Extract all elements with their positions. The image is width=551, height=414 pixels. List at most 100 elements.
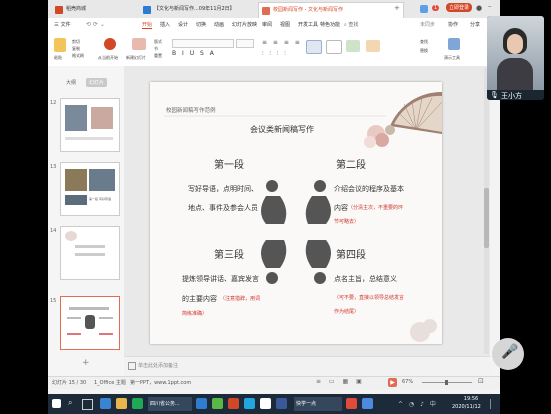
app-icon[interactable] [276,398,287,409]
notes-bar: 单击此处添加备注 [124,356,490,377]
view-mode-icons[interactable]: ≡ ▭ ▦ ▣ [316,378,365,385]
clock-date: 2020/11/12 [452,404,481,410]
text-line [67,333,81,335]
section-heading-2: 第二段 [336,160,366,171]
tab-daoke-mall[interactable]: 稻壳商城 [52,2,126,17]
paragraph-buttons[interactable]: ≡ ≡ ≡ ≡ [262,39,302,46]
play-from-current-icon[interactable] [104,38,116,50]
collaborate-button[interactable]: 协作 [448,21,458,28]
slide-thumbnail-15-selected[interactable] [60,296,120,350]
photo-thumbnail [65,169,87,191]
menu-home[interactable]: 开始 [142,21,153,29]
windows-start-icon[interactable] [52,399,61,408]
app-icon[interactable] [132,398,143,409]
app-icon[interactable] [362,398,373,409]
font-style-buttons[interactable]: B I U S A [172,50,216,57]
align-buttons[interactable]: ⫶ ⫶ ⫶ ⫶ [262,50,288,58]
tab-presentation[interactable]: 校园新闻写作 - 文化与新闻写作 [258,2,404,18]
section-4-note-2: 作为结尾） [334,309,360,315]
play-slideshow-button[interactable]: ▶ [388,378,397,387]
shapes-icon[interactable] [326,40,342,54]
task-view-icon[interactable] [82,399,93,410]
format-painter-button[interactable]: 格式刷 [72,53,84,59]
menu-transition[interactable]: 切换 [196,21,206,28]
cut-button[interactable]: 剪切 [72,39,80,45]
zoom-slider[interactable] [422,380,472,385]
menu-file[interactable]: 三 文件 [54,21,71,28]
wechat-icon[interactable] [212,398,223,409]
taskbar-item-window[interactable]: 四川省公务... [148,397,192,411]
participant-name: 王小方 [501,92,522,100]
search-icon: ⌕ [344,22,347,28]
menu-animation[interactable]: 动画 [214,21,224,28]
fit-window-icon[interactable]: ⊡ [478,377,484,385]
paste-label: 粘贴 [54,55,62,60]
menu-features[interactable]: 特色功能 [320,21,340,28]
slide-thumbnail-14[interactable] [60,226,120,280]
app-icon[interactable] [346,398,357,409]
section-button[interactable]: 节 [154,46,158,52]
textbox-icon[interactable] [306,40,322,54]
tab-slides[interactable]: 幻灯片 [86,78,108,87]
arrange-icon[interactable] [346,40,360,52]
notes-placeholder[interactable]: 单击此处添加备注 [138,362,178,369]
search-icon[interactable]: ⌕ [68,398,72,408]
left-letterbox [0,0,48,396]
slide-canvas[interactable]: 校园新闻稿写作范例 会议类新闻稿写作 第一段 写好导语，点明时间、 地点、事件及… [150,82,442,344]
participant-body [497,58,533,90]
menu-slideshow[interactable]: 幻灯片放映 [232,21,257,28]
video-call-tile[interactable]: 🎙 王小方 [487,16,544,100]
slide-thumbnail-12[interactable] [60,98,120,152]
minimize-icon[interactable]: – [488,2,492,10]
slide-thumbnail-13[interactable]: 第一段 写好导语 [60,162,120,216]
presentation-tools-icon[interactable] [448,38,460,50]
font-size-select[interactable] [236,39,254,48]
section-2-line-1: 介绍会议的程序及基本 [334,185,404,193]
app-icon[interactable] [196,398,207,409]
menu-search[interactable]: ⌕ 查找 [344,21,358,28]
font-name-select[interactable] [172,39,234,48]
tab-document-1[interactable]: 【文化与新闻写作...09年11月2日】 [140,2,264,17]
app-icon[interactable] [260,398,271,409]
notes-icon [128,362,136,370]
section-2-note-2: 节可略去） [334,219,360,225]
menu-insert[interactable]: 插入 [160,21,170,28]
menu-design[interactable]: 设计 [178,21,188,28]
scrollbar-thumb[interactable] [484,188,489,248]
zoom-level[interactable]: 67% [402,379,413,385]
reset-button[interactable]: 重置 [154,53,162,59]
window-layout-icon[interactable] [420,5,428,13]
vertical-scrollbar[interactable] [484,68,489,354]
tab-outline[interactable]: 大纲 [66,79,76,86]
wps-icon[interactable] [228,398,239,409]
layout-button[interactable]: 版式 [154,39,162,45]
system-tray-icons[interactable]: ^ ◔ ♪ 中 [398,399,438,408]
quick-access-icons[interactable]: ⟲ ⟳ ⌄ [86,21,105,28]
new-tab-plus-icon[interactable]: + [394,4,400,12]
from-current-label: 从当前开始 [98,55,118,60]
new-slide-icon[interactable] [132,38,146,50]
replace-button[interactable]: 替换 [420,48,428,54]
zoom-slider-handle[interactable] [445,380,448,385]
floating-mic-button[interactable]: 🎤 [492,338,524,370]
find-button[interactable]: 查找 [420,39,428,45]
file-explorer-icon[interactable] [116,398,127,409]
copy-button[interactable]: 复制 [72,46,80,52]
avatar-icon[interactable]: ● [476,4,482,12]
add-slide-plus-icon[interactable]: + [82,358,90,368]
show-desktop-button[interactable] [490,399,496,409]
share-button[interactable]: 分享 [470,21,480,28]
taskbar-item-window[interactable]: 快学一点 [294,397,342,411]
edge-icon[interactable] [100,398,111,409]
login-button[interactable]: 立即登录 [446,3,473,12]
quick-style-icon[interactable] [366,40,380,52]
app-icon[interactable] [244,398,255,409]
slide-number: 15 [50,298,57,304]
menu-developer[interactable]: 开发工具 [298,21,318,28]
menu-view[interactable]: 视图 [280,21,290,28]
watermark-text: 第一PPT，www.1ppt.com [130,380,192,386]
paste-icon[interactable] [54,38,66,52]
menu-review[interactable]: 审阅 [262,21,272,28]
sync-status[interactable]: 未同步 [420,21,435,28]
four-people-diagram-icon [261,180,331,284]
